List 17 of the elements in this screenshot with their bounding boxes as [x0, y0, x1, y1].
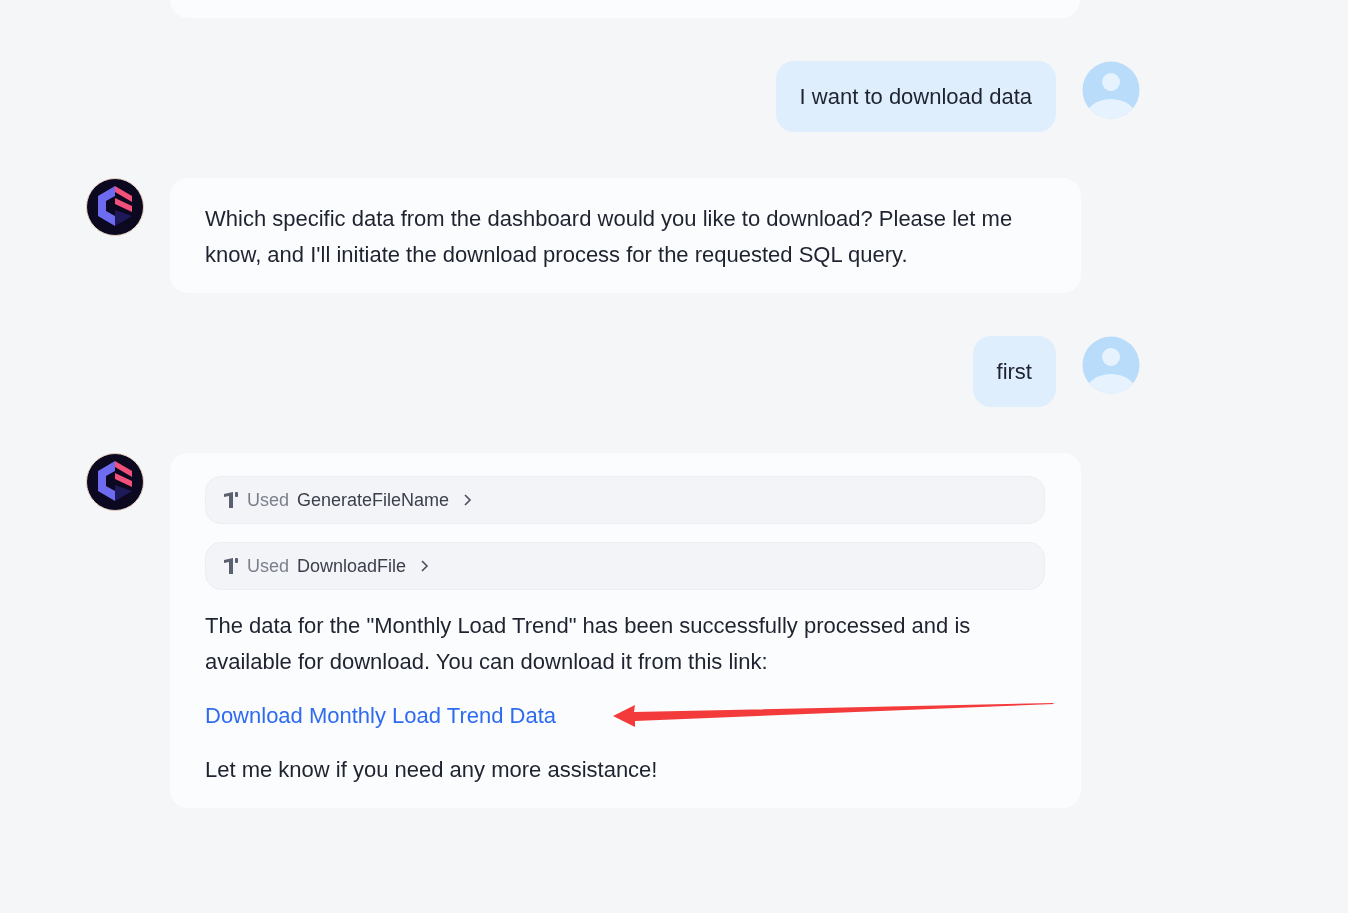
message-text: Let me know if you need any more assistance! [205, 756, 659, 784]
bot-avatar-icon [86, 178, 144, 236]
message-text: Which specific data from the dashboard would you like to download? Please let me know, and I'll initiate the download process for the requested SQL query. [205, 205, 1014, 269]
chevron-right-icon [463, 493, 474, 507]
arrow-annotation-icon [613, 703, 1055, 729]
tool-call-button[interactable]: Used GenerateFileName [205, 476, 1045, 524]
download-link[interactable]: Download Monthly Load Trend Data [205, 703, 556, 728]
tool-icon [223, 491, 239, 509]
user-avatar-icon [1082, 336, 1140, 394]
tool-icon [223, 557, 239, 575]
bot-avatar-icon [86, 453, 144, 511]
user-message-bubble: I want to download data [775, 61, 1056, 132]
user-avatar-icon [1082, 61, 1140, 119]
message-text: The data for the "Monthly Load Trend" has been successfully processed and is available for download. You can download it from this link: [205, 612, 972, 676]
chevron-right-icon [420, 559, 431, 573]
user-message-bubble: first [972, 336, 1056, 407]
tool-call-button[interactable]: Used DownloadFile [205, 542, 1045, 590]
